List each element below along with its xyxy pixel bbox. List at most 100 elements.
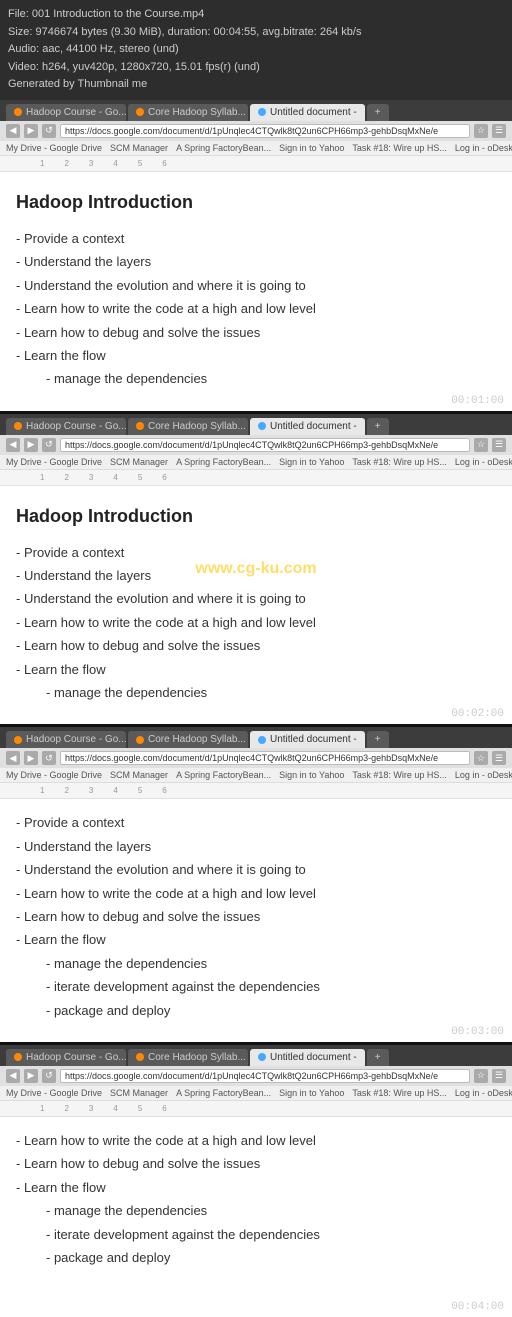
back-button[interactable]: ◀	[6, 751, 20, 765]
browser-tab-1[interactable]: Core Hadoop Syllab...	[128, 418, 248, 435]
bookmark-4[interactable]: Task #18: Wire up HS...	[352, 1088, 447, 1098]
address-bar[interactable]: https://docs.google.com/document/d/1pUnq…	[60, 124, 470, 138]
content-area: Hadoop Introduction - Provide a context-…	[0, 172, 512, 411]
tab-icon	[258, 108, 266, 116]
bookmark-0[interactable]: My Drive - Google Drive	[6, 1088, 102, 1098]
bookmark-label: My Drive - Google Drive	[6, 770, 102, 780]
bookmark-2[interactable]: A Spring FactoryBean...	[176, 770, 271, 780]
doc-list: - Provide a context- Understand the laye…	[16, 541, 496, 705]
bookmark-0[interactable]: My Drive - Google Drive	[6, 770, 102, 780]
bookmark-4[interactable]: Task #18: Wire up HS...	[352, 770, 447, 780]
star-button[interactable]: ☆	[474, 1069, 488, 1083]
tab-label: Core Hadoop Syllab...	[148, 107, 246, 118]
bookmarks-bar: My Drive - Google Drive SCM Manager A Spri…	[0, 141, 512, 156]
forward-button[interactable]: ▶	[24, 1069, 38, 1083]
browser-tab-2[interactable]: Untitled document -	[250, 104, 365, 121]
browser-tab-0[interactable]: Hadoop Course - Go...	[6, 418, 126, 435]
reload-button[interactable]: ↺	[42, 438, 56, 452]
bookmark-label: Log in - oDesk	[455, 143, 512, 153]
browser-toolbar: ◀ ▶ ↺ https://docs.google.com/document/d…	[0, 435, 512, 455]
browser-chrome: Hadoop Course - Go... Core Hadoop Syllab.…	[0, 414, 512, 435]
browser-tab-2[interactable]: Untitled document -	[250, 1049, 365, 1066]
bookmark-5[interactable]: Log in - oDesk	[455, 143, 512, 153]
back-button[interactable]: ◀	[6, 438, 20, 452]
bookmark-1[interactable]: SCM Manager	[110, 143, 168, 153]
forward-button[interactable]: ▶	[24, 751, 38, 765]
bookmark-5[interactable]: Log in - oDesk	[455, 1088, 512, 1098]
bookmark-0[interactable]: My Drive - Google Drive	[6, 143, 102, 153]
bookmark-2[interactable]: A Spring FactoryBean...	[176, 1088, 271, 1098]
menu-button[interactable]: ☰	[492, 751, 506, 765]
browser-tab-3[interactable]: +	[367, 731, 389, 748]
reload-button[interactable]: ↺	[42, 751, 56, 765]
tab-icon	[14, 422, 22, 430]
browser-tab-1[interactable]: Core Hadoop Syllab...	[128, 731, 248, 748]
list-item-5: - Learn the flow	[16, 344, 496, 367]
bookmark-2[interactable]: A Spring FactoryBean...	[176, 457, 271, 467]
list-item-2: - Understand the evolution and where it …	[16, 587, 496, 610]
browser-chrome: Hadoop Course - Go...Core Hadoop Syllab.…	[0, 1045, 512, 1066]
browser-tab-2[interactable]: Untitled document -	[250, 418, 365, 435]
bookmark-label: SCM Manager	[110, 770, 168, 780]
back-button[interactable]: ◀	[6, 124, 20, 138]
back-button[interactable]: ◀	[6, 1069, 20, 1083]
browser-tab-3[interactable]: +	[367, 1049, 389, 1066]
browser-tab-3[interactable]: +	[367, 104, 389, 121]
address-bar[interactable]: https://docs.google.com/document/d/1pUnq…	[60, 438, 470, 452]
content-area: Hadoop Introduction - Provide a context-…	[0, 486, 512, 725]
bookmark-2[interactable]: A Spring FactoryBean...	[176, 143, 271, 153]
browser-tab-3[interactable]: +	[367, 418, 389, 435]
bookmark-3[interactable]: Sign in to Yahoo	[279, 770, 344, 780]
list-item-0: - Provide a context	[16, 227, 496, 250]
bookmark-0[interactable]: My Drive - Google Drive	[6, 457, 102, 467]
tab-label: Untitled document -	[270, 107, 357, 118]
list-item-3: - Learn how to write the code at a high …	[16, 611, 496, 634]
browser-tab-1[interactable]: Core Hadoop Syllab...	[128, 1049, 248, 1066]
list-item-2: - Learn the flow	[16, 1176, 496, 1199]
browser-tab-0[interactable]: Hadoop Course - Go...	[6, 1049, 126, 1066]
browser-tab-0[interactable]: Hadoop Course - Go...	[6, 731, 126, 748]
panel-panel3: Hadoop Course - Go... Core Hadoop Syllab.…	[0, 727, 512, 1042]
reload-button[interactable]: ↺	[42, 1069, 56, 1083]
bookmark-1[interactable]: SCM Manager	[110, 770, 168, 780]
browser-chrome: Hadoop Course - Go... Core Hadoop Syllab.…	[0, 727, 512, 748]
bookmark-4[interactable]: Task #18: Wire up HS...	[352, 457, 447, 467]
browser-tabs: Hadoop Course - Go...Core Hadoop Syllab.…	[6, 1049, 506, 1066]
timestamp: 00:03:00	[451, 1026, 504, 1038]
bookmark-1[interactable]: SCM Manager	[110, 457, 168, 467]
menu-button[interactable]: ☰	[492, 438, 506, 452]
bookmark-1[interactable]: SCM Manager	[110, 1088, 168, 1098]
file-info-line5: Generated by Thumbnail me	[8, 76, 504, 94]
bookmarks-bar: My Drive - Google Drive SCM Manager A Spri…	[0, 768, 512, 783]
bookmark-3[interactable]: Sign in to Yahoo	[279, 1088, 344, 1098]
list-item-4: - Learn how to debug and solve the issue…	[16, 321, 496, 344]
bookmark-5[interactable]: Log in - oDesk	[455, 770, 512, 780]
menu-button[interactable]: ☰	[492, 1069, 506, 1083]
bookmark-3[interactable]: Sign in to Yahoo	[279, 457, 344, 467]
doc-list: - Provide a context- Understand the laye…	[16, 811, 496, 1022]
address-bar[interactable]: https://docs.google.com/document/d/1pUnq…	[60, 1069, 470, 1083]
address-bar[interactable]: https://docs.google.com/document/d/1pUnq…	[60, 751, 470, 765]
tab-label: Core Hadoop Syllab...	[148, 734, 246, 745]
bookmark-3[interactable]: Sign in to Yahoo	[279, 143, 344, 153]
star-button[interactable]: ☆	[474, 124, 488, 138]
bookmark-5[interactable]: Log in - oDesk	[455, 457, 512, 467]
reload-button[interactable]: ↺	[42, 124, 56, 138]
star-button[interactable]: ☆	[474, 751, 488, 765]
tab-label: Untitled document -	[270, 421, 357, 432]
list-item-3: - Learn how to write the code at a high …	[16, 882, 496, 905]
bookmark-4[interactable]: Task #18: Wire up HS...	[352, 143, 447, 153]
tab-icon	[258, 1053, 266, 1061]
star-button[interactable]: ☆	[474, 438, 488, 452]
browser-window: Hadoop Course - Go... Core Hadoop Syllab.…	[0, 414, 512, 725]
menu-button[interactable]: ☰	[492, 124, 506, 138]
tab-label: Core Hadoop Syllab...	[148, 421, 246, 432]
forward-button[interactable]: ▶	[24, 124, 38, 138]
forward-button[interactable]: ▶	[24, 438, 38, 452]
list-item-4: - Learn how to debug and solve the issue…	[16, 905, 496, 928]
ruler: 1 2 3 4 5 6	[0, 470, 512, 486]
list-item-5: - Learn the flow	[16, 928, 496, 951]
browser-tab-2[interactable]: Untitled document -	[250, 731, 365, 748]
browser-tab-1[interactable]: Core Hadoop Syllab...	[128, 104, 248, 121]
browser-tab-0[interactable]: Hadoop Course - Go...	[6, 104, 126, 121]
